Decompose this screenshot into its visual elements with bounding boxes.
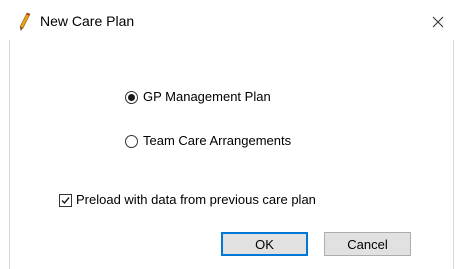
window-title: New Care Plan	[40, 13, 135, 29]
preload-checkbox[interactable]	[59, 193, 72, 207]
radio-team-care-arrangements[interactable]: Team Care Arrangements	[125, 133, 291, 149]
preload-checkbox-row[interactable]: Preload with data from previous care pla…	[59, 192, 316, 208]
title-bar: New Care Plan	[0, 0, 456, 40]
radio-button[interactable]	[125, 134, 138, 148]
window-border-left	[9, 40, 10, 269]
radio-label: Team Care Arrangements	[143, 133, 292, 148]
checkmark-icon	[61, 196, 70, 204]
preload-label: Preload with data from previous care pla…	[76, 192, 316, 207]
window-border-right	[453, 40, 454, 269]
radio-gp-management-plan[interactable]: GP Management Plan	[125, 89, 271, 105]
radio-label: GP Management Plan	[143, 89, 271, 104]
new-care-plan-dialog: New Care Plan GP Management Plan Team Ca…	[0, 0, 456, 269]
cancel-button[interactable]: Cancel	[324, 232, 411, 256]
pencil-icon	[17, 12, 33, 32]
close-button[interactable]	[424, 10, 452, 34]
ok-button[interactable]: OK	[221, 232, 308, 256]
close-icon	[432, 16, 444, 28]
radio-button-selected[interactable]	[125, 90, 138, 104]
